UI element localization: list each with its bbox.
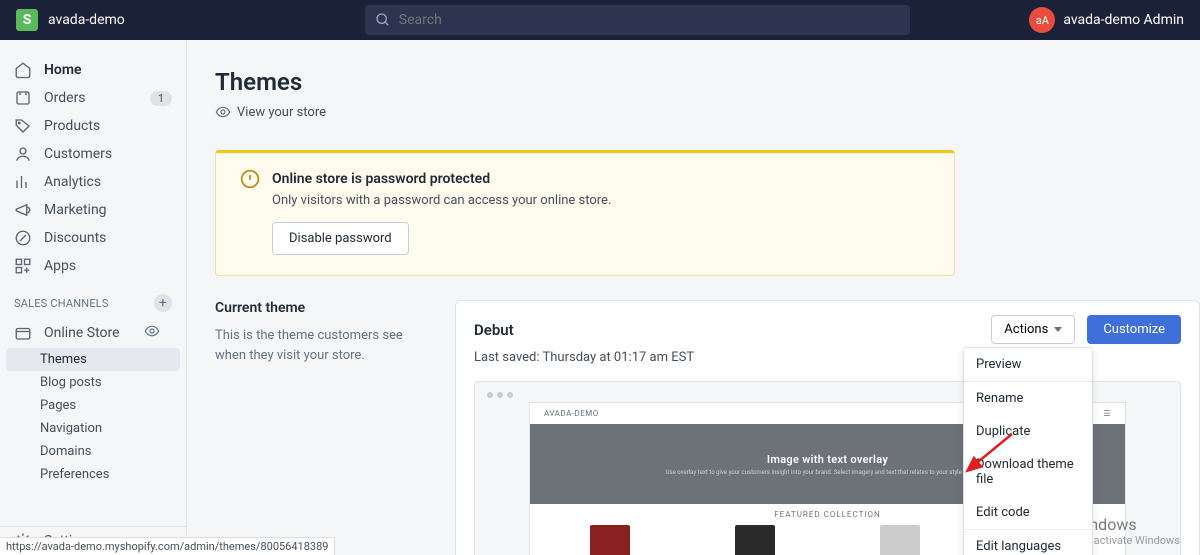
- orders-icon: [14, 89, 32, 107]
- user-menu[interactable]: aA avada-demo Admin: [1029, 7, 1184, 33]
- status-bar-url: https://avada-demo.myshopify.com/admin/t…: [0, 537, 335, 555]
- view-store-link[interactable]: View your store: [215, 104, 1200, 120]
- discount-icon: [14, 229, 32, 247]
- apps-icon: [14, 257, 32, 275]
- dropdown-edit-code[interactable]: Edit code: [964, 496, 1092, 529]
- nav-customers[interactable]: Customers: [0, 140, 186, 168]
- megaphone-icon: [14, 201, 32, 219]
- search-input[interactable]: [399, 12, 900, 28]
- store-icon: [14, 324, 32, 342]
- sidebar-item-pages[interactable]: Pages: [0, 394, 186, 417]
- shopify-logo-icon: S: [16, 9, 38, 31]
- store-name: avada-demo: [48, 12, 125, 28]
- preview-hero-title: Image with text overlay: [767, 453, 888, 466]
- dropdown-rename[interactable]: Rename: [964, 382, 1092, 415]
- dropdown-duplicate[interactable]: Duplicate: [964, 415, 1092, 448]
- warning-icon: [240, 169, 260, 189]
- sidebar-item-preferences[interactable]: Preferences: [0, 463, 186, 486]
- nav-apps[interactable]: Apps: [0, 252, 186, 280]
- user-icon: [14, 145, 32, 163]
- nav-home[interactable]: Home: [0, 56, 186, 84]
- search-bar[interactable]: [365, 5, 910, 35]
- add-channel-button[interactable]: +: [154, 294, 172, 312]
- preview-hero-sub: Use overlay text to give your customers …: [666, 469, 990, 476]
- user-label: avada-demo Admin: [1063, 12, 1184, 28]
- sidebar: Home Orders1 Products Customers Analytic…: [0, 40, 187, 555]
- dropdown-edit-languages[interactable]: Edit languages: [964, 530, 1092, 555]
- search-icon: [375, 12, 391, 28]
- eye-icon: [215, 104, 231, 120]
- theme-card: Debut Actions Customize Last saved: Thur…: [455, 300, 1200, 555]
- eye-icon[interactable]: [144, 323, 172, 343]
- chevron-down-icon: [1054, 327, 1062, 332]
- password-warning-card: Online store is password protected Only …: [215, 150, 955, 276]
- orders-badge: 1: [150, 91, 172, 106]
- dropdown-preview[interactable]: Preview: [964, 348, 1092, 381]
- avatar: aA: [1029, 7, 1055, 33]
- current-theme-desc: This is the theme customers see when the…: [215, 326, 435, 365]
- current-theme-heading: Current theme: [215, 300, 435, 316]
- nav-analytics[interactable]: Analytics: [0, 168, 186, 196]
- sales-channels-heading: SALES CHANNELS+: [0, 280, 186, 318]
- tag-icon: [14, 117, 32, 135]
- nav-products[interactable]: Products: [0, 112, 186, 140]
- actions-button[interactable]: Actions: [991, 315, 1075, 344]
- sidebar-item-domains[interactable]: Domains: [0, 440, 186, 463]
- disable-password-button[interactable]: Disable password: [272, 222, 409, 255]
- nav-marketing[interactable]: Marketing: [0, 196, 186, 224]
- chart-icon: [14, 173, 32, 191]
- sidebar-item-themes[interactable]: Themes: [6, 348, 180, 371]
- dropdown-download[interactable]: Download theme file: [964, 448, 1092, 496]
- browser-dots: [487, 392, 513, 398]
- home-icon: [14, 61, 32, 79]
- nav-orders[interactable]: Orders1: [0, 84, 186, 112]
- warning-body-text: Only visitors with a password can access…: [272, 193, 934, 208]
- main-content: Themes View your store Online store is p…: [187, 40, 1200, 555]
- topbar: S avada-demo aA avada-demo Admin: [0, 0, 1200, 40]
- sidebar-item-navigation[interactable]: Navigation: [0, 417, 186, 440]
- page-title: Themes: [215, 68, 1200, 96]
- theme-name: Debut: [474, 321, 514, 339]
- sidebar-item-blog[interactable]: Blog posts: [0, 371, 186, 394]
- nav-online-store[interactable]: Online Store: [0, 318, 186, 348]
- customize-button[interactable]: Customize: [1087, 315, 1181, 344]
- actions-dropdown: Preview Rename Duplicate Download theme …: [963, 347, 1093, 555]
- nav-discounts[interactable]: Discounts: [0, 224, 186, 252]
